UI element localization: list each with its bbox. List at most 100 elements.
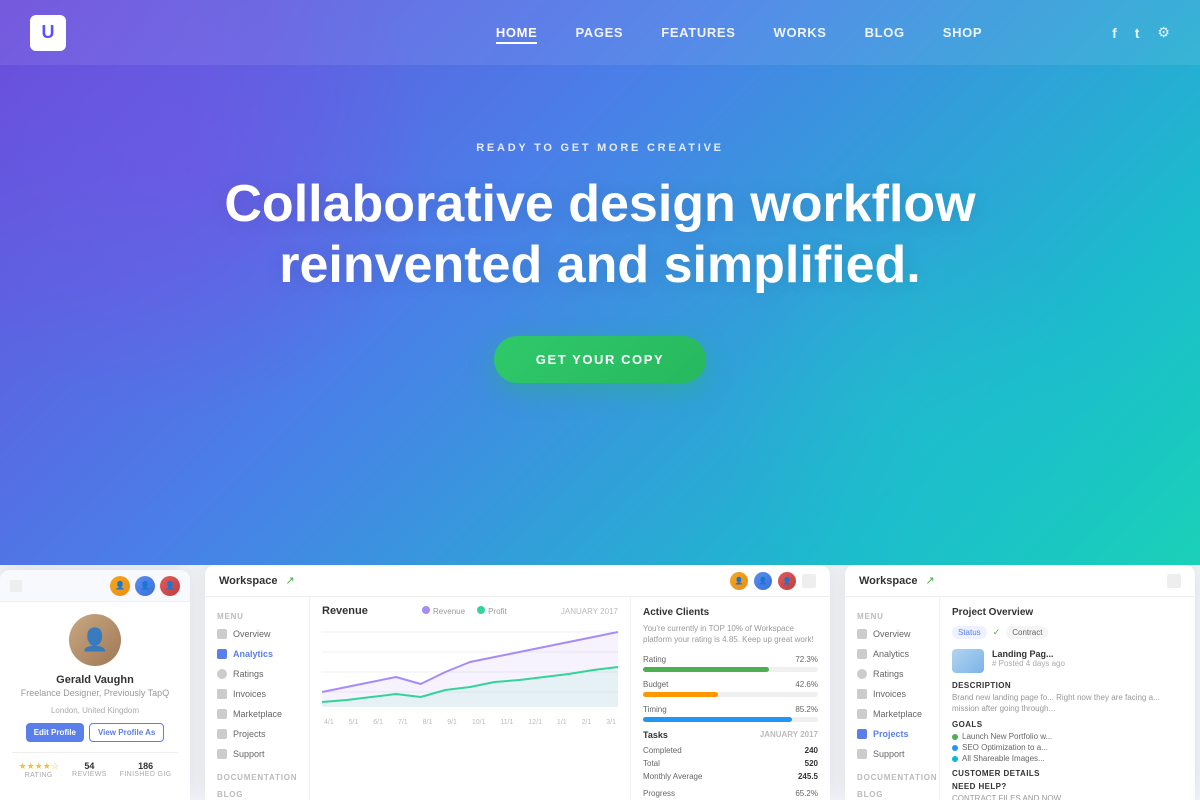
profile-name: Gerald Vaughn: [12, 674, 178, 686]
metric-rating: Rating 72.3%: [643, 655, 818, 672]
c3-overview-icon: [857, 629, 867, 639]
project-card: Workspace ↗ MENU Overview Analytics: [845, 565, 1195, 800]
goal-1: Launch New Portfolio w...: [952, 732, 1183, 741]
sidebar-menu: MENU Overview Analytics Ratings: [205, 597, 310, 800]
c3-menu-support[interactable]: Support: [845, 744, 939, 764]
menu-dots: [802, 574, 816, 588]
menu-item-support[interactable]: Support: [205, 744, 309, 764]
c3-menu-section: MENU: [845, 607, 939, 624]
card3-layout: MENU Overview Analytics Ratings: [845, 597, 1195, 800]
invoices-icon: [217, 689, 227, 699]
docs-section: DOCUMENTATION: [205, 768, 309, 785]
header-right-3: [1167, 574, 1181, 588]
profile-title: Freelance Designer, Previously TapQ: [12, 688, 178, 698]
menu-item-ratings[interactable]: Ratings: [205, 664, 309, 684]
star-rating: ★★★★☆: [19, 761, 59, 772]
stat-finished: 186 FINISHED GIG: [120, 761, 172, 779]
desc-section: DESCRIPTION Brand new landing page fo...…: [952, 681, 1183, 714]
c3-marketplace-icon: [857, 709, 867, 719]
nav-item-shop[interactable]: SHOP: [943, 24, 982, 42]
c3-projects-icon: [857, 729, 867, 739]
card1-header: 👤 👤 👤: [0, 570, 190, 602]
customer-details-label: CUSTOMER DETAILS: [952, 769, 1183, 778]
status-badge: Status: [952, 626, 987, 639]
dots-icon: [1167, 574, 1181, 588]
logo[interactable]: U: [30, 15, 66, 51]
nav-item-pages[interactable]: PAGES: [575, 24, 623, 42]
nav-item-works[interactable]: WORKS: [774, 24, 827, 42]
goal-dot-3: [952, 756, 958, 762]
project-thumbnail: [952, 649, 984, 673]
tasks-title-label: Tasks: [643, 730, 668, 740]
menu-item-marketplace[interactable]: Marketplace: [205, 704, 309, 724]
need-help-label: NEED HELP?: [952, 782, 1183, 791]
contract-badge: Contract: [1006, 626, 1048, 639]
tasks-section: Tasks JANUARY 2017 Completed 240 Total 5…: [643, 730, 818, 800]
status-row: Status ✓ Contract: [952, 626, 1183, 639]
profile-card: 👤 👤 👤 👤 Gerald Vaughn Freelance Designer…: [0, 570, 190, 800]
c3-menu-invoices[interactable]: Invoices: [845, 684, 939, 704]
nav-item-home[interactable]: HOME: [496, 24, 538, 42]
view-profile-button[interactable]: View Profile As: [89, 723, 164, 742]
chart-title: Revenue: [322, 605, 368, 617]
goals-section: GOALS Launch New Portfolio w... SEO Opti…: [952, 720, 1183, 763]
c3-analytics-icon: [857, 649, 867, 659]
c3-menu-ratings[interactable]: Ratings: [845, 664, 939, 684]
blog-section: BLOG: [205, 785, 309, 800]
edit-profile-button[interactable]: Edit Profile: [26, 723, 84, 742]
goal-dot-2: [952, 745, 958, 751]
bottom-section: 👤 👤 👤 👤 Gerald Vaughn Freelance Designer…: [0, 565, 1200, 800]
avatar-red: 👤: [160, 576, 180, 596]
menu-item-analytics[interactable]: Analytics: [205, 644, 309, 664]
contract-files: CONTRACT FILES AND NOW...: [952, 793, 1183, 800]
c3-menu-analytics[interactable]: Analytics: [845, 644, 939, 664]
check-icon: ✓: [993, 627, 1001, 638]
task-completed: Completed 240: [643, 744, 818, 757]
avatar: 👤: [69, 614, 121, 666]
nav-item-blog[interactable]: BLOG: [865, 24, 905, 42]
c3-menu-overview[interactable]: Overview: [845, 624, 939, 644]
hero-cta-button[interactable]: GET YOUR COPY: [494, 336, 706, 383]
nav-item-features[interactable]: FEATURES: [661, 24, 735, 42]
customer-details-section: CUSTOMER DETAILS NEED HELP? CONTRACT FIL…: [952, 769, 1183, 800]
task-monthly: Monthly Average 245.5: [643, 770, 818, 783]
chart-header: Revenue Revenue Profit JANUARY 2017: [322, 605, 618, 617]
analytics-card: Workspace ↗ 👤 👤 👤 MENU Overview: [205, 565, 830, 800]
avatar-orange: 👤: [110, 576, 130, 596]
c3-sidebar: MENU Overview Analytics Ratings: [845, 597, 940, 800]
projects-icon: [217, 729, 227, 739]
trend-icon: ↗: [286, 574, 295, 587]
menu-item-projects[interactable]: Projects: [205, 724, 309, 744]
workspace-label: Workspace: [219, 575, 278, 587]
tasks-date: JANUARY 2017: [760, 730, 818, 740]
dashboard-cards: 👤 👤 👤 👤 Gerald Vaughn Freelance Designer…: [0, 565, 1200, 800]
project-name: Landing Pag...: [992, 649, 1065, 659]
project-overview-title: Project Overview: [952, 607, 1183, 618]
settings-icon[interactable]: ⚙: [1157, 24, 1170, 41]
overview-icon: [217, 629, 227, 639]
navbar: U HOME PAGES FEATURES WORKS BLOG SHOP f …: [0, 0, 1200, 65]
profile-body: 👤 Gerald Vaughn Freelance Designer, Prev…: [0, 602, 190, 791]
right-panel-sub: You're currently in TOP 10% of Workspace…: [643, 623, 818, 645]
trend-icon-3: ↗: [926, 574, 935, 587]
progress-metric: Progress 65.2%: [643, 789, 818, 800]
support-icon: [217, 749, 227, 759]
right-panel-title: Active Clients: [643, 607, 818, 618]
chart-date: JANUARY 2017: [561, 607, 618, 616]
legend-revenue: Revenue: [422, 606, 465, 616]
profile-buttons: Edit Profile View Profile As: [12, 723, 178, 742]
c3-menu-marketplace[interactable]: Marketplace: [845, 704, 939, 724]
dash-layout: MENU Overview Analytics Ratings: [205, 597, 830, 800]
menu-icon: [10, 580, 22, 592]
goals-label: GOALS: [952, 720, 1183, 729]
menu-section-title: MENU: [205, 607, 309, 624]
menu-item-invoices[interactable]: Invoices: [205, 684, 309, 704]
chart-legend: Revenue Profit: [422, 606, 507, 616]
menu-item-overview[interactable]: Overview: [205, 624, 309, 644]
chart-svg: 4/15/16/17/18/19/110/111/112/11/12/13/1: [322, 622, 618, 722]
c3-menu-projects[interactable]: Projects: [845, 724, 939, 744]
facebook-icon[interactable]: f: [1112, 25, 1117, 41]
project-item: Landing Pag... # Posted 4 days ago: [952, 649, 1183, 673]
twitter-icon[interactable]: t: [1135, 25, 1140, 41]
hero-eyebrow: READY TO GET MORE CREATIVE: [476, 142, 724, 154]
